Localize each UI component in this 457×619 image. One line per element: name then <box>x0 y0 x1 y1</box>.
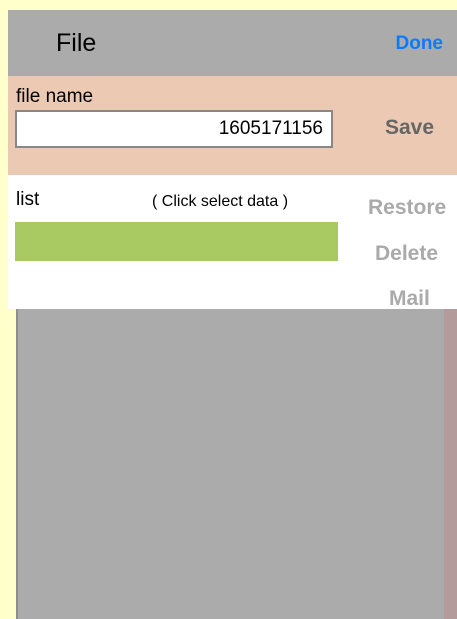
navigation-bar: File Done <box>8 10 457 76</box>
mail-button[interactable]: Mail <box>389 287 430 311</box>
save-button[interactable]: Save <box>385 116 434 140</box>
list-section: list ( Click select data ) Restore Delet… <box>8 175 457 311</box>
file-panel: File Done file name Save list ( Click se… <box>8 10 457 619</box>
list-label: list <box>16 189 40 210</box>
page-title: File <box>56 29 97 57</box>
file-name-input[interactable] <box>15 110 333 148</box>
delete-button[interactable]: Delete <box>375 242 438 266</box>
list-hint: ( Click select data ) <box>152 193 289 210</box>
file-name-label: file name <box>16 86 94 107</box>
scrollbar[interactable] <box>444 309 457 619</box>
save-section: file name Save <box>8 76 457 175</box>
restore-button[interactable]: Restore <box>368 196 446 220</box>
data-preview-area[interactable] <box>16 309 444 619</box>
done-button[interactable]: Done <box>396 32 444 56</box>
list-item[interactable] <box>15 222 338 261</box>
